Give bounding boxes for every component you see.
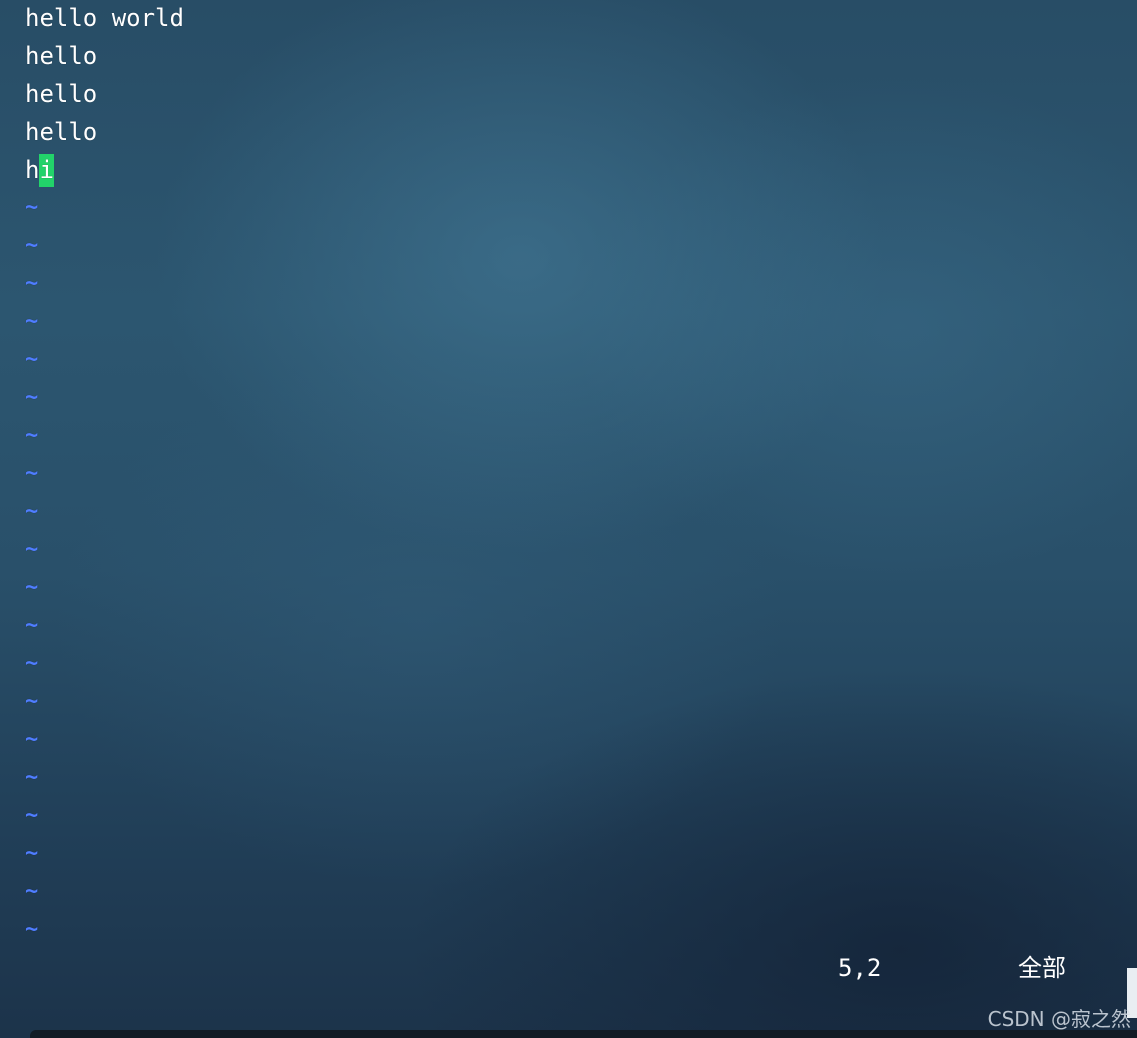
empty-line-tilde: ~: [25, 271, 39, 296]
empty-line-tilde: ~: [25, 841, 39, 866]
empty-line-tilde: ~: [25, 575, 39, 600]
watermark: CSDN @寂之然: [987, 1007, 1131, 1031]
buffer-line-4: hello: [25, 118, 98, 146]
empty-line-tilde: ~: [25, 879, 39, 904]
empty-line-tilde: ~: [25, 689, 39, 714]
empty-line-markers: ~ ~ ~ ~ ~ ~ ~ ~ ~ ~ ~ ~ ~ ~ ~ ~ ~ ~ ~ ~: [25, 190, 184, 950]
empty-line-tilde: ~: [25, 195, 39, 220]
empty-line-tilde: ~: [25, 917, 39, 942]
cursor-line-before: h: [25, 156, 40, 184]
empty-line-tilde: ~: [25, 727, 39, 752]
empty-line-tilde: ~: [25, 233, 39, 258]
buffer-line-1: hello world: [25, 4, 184, 32]
empty-line-tilde: ~: [25, 347, 39, 372]
buffer-line-5: hi: [25, 152, 184, 190]
cursor-position: 5,2: [838, 954, 882, 982]
buffer-line-2: hello: [25, 42, 98, 70]
empty-line-tilde: ~: [25, 461, 39, 486]
vim-editor[interactable]: hello world hello hello hello hi ~ ~ ~ ~ ~ ~ ~…: [25, 0, 184, 950]
empty-line-tilde: ~: [25, 651, 39, 676]
view-range: 全部: [1018, 954, 1066, 982]
empty-line-tilde: ~: [25, 499, 39, 524]
empty-line-tilde: ~: [25, 765, 39, 790]
text-cursor: i: [39, 154, 54, 187]
horizontal-scrollbar[interactable]: [30, 1030, 1137, 1038]
empty-line-tilde: ~: [25, 309, 39, 334]
empty-line-tilde: ~: [25, 537, 39, 562]
empty-line-tilde: ~: [25, 613, 39, 638]
empty-line-tilde: ~: [25, 423, 39, 448]
empty-line-tilde: ~: [25, 803, 39, 828]
empty-line-tilde: ~: [25, 385, 39, 410]
buffer-line-3: hello: [25, 80, 98, 108]
